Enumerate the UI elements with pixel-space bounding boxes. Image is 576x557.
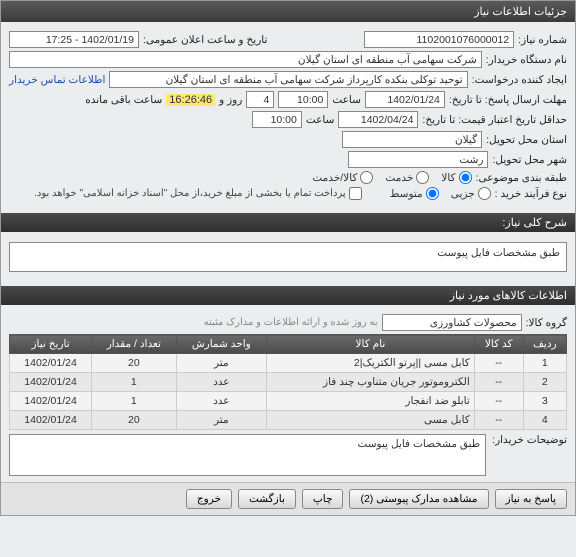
validity-date-field: 1402/04/24 <box>338 111 418 128</box>
time-label-2: ساعت <box>306 114 335 126</box>
table-cell: متر <box>176 411 267 430</box>
validity-time-field: 10:00 <box>252 111 302 128</box>
table-cell: متر <box>176 354 267 373</box>
exit-button[interactable]: خروج <box>186 489 232 509</box>
table-cell: 20 <box>92 411 176 430</box>
class-both-input[interactable] <box>360 171 373 184</box>
table-cell: 1402/01/24 <box>10 373 92 392</box>
table-row[interactable]: 3--تابلو ضد انفجارعدد11402/01/24 <box>10 392 567 411</box>
process-medium-input[interactable] <box>426 187 439 200</box>
window-title: جزئیات اطلاعات نیاز <box>474 6 567 18</box>
table-cell: 3 <box>523 392 566 411</box>
buyer-org-field: شرکت سهامی آب منطقه ای استان گیلان <box>9 51 482 68</box>
table-header: نام کالا <box>267 335 475 354</box>
buyer-org-label: نام دستگاه خریدار: <box>486 54 567 66</box>
province-field: گیلان <box>342 131 482 148</box>
buyer-notes-box: طبق مشخصات فایل پیوست <box>9 434 486 476</box>
table-cell: 2 <box>523 373 566 392</box>
details-section: شماره نیاز: 1102001076000012 تاریخ و ساع… <box>1 22 575 209</box>
time-label-1: ساعت <box>332 94 361 106</box>
process-label: نوع فرآیند خرید : <box>495 188 567 200</box>
items-table: ردیفکد کالانام کالاواحد شمارشتعداد / مقد… <box>9 334 567 430</box>
process-small-input[interactable] <box>478 187 491 200</box>
buyer-notes-label: توضیحات خریدار: <box>492 434 567 446</box>
table-cell: کابل مسی ||پرتو الکتریک|2 <box>267 354 475 373</box>
class-both-radio[interactable]: کالا/خدمت <box>312 171 373 184</box>
table-cell: 1402/01/24 <box>10 392 92 411</box>
print-button[interactable]: چاپ <box>302 489 344 509</box>
table-header: تاریخ نیاز <box>10 335 92 354</box>
table-cell: تابلو ضد انفجار <box>267 392 475 411</box>
buyer-notes-text: طبق مشخصات فایل پیوست <box>357 438 480 450</box>
table-row[interactable]: 4--کابل مسیمتر201402/01/24 <box>10 411 567 430</box>
table-row[interactable]: 1--کابل مسی ||پرتو الکتریک|2متر201402/01… <box>10 354 567 373</box>
table-cell: -- <box>474 392 523 411</box>
table-header: ردیف <box>523 335 566 354</box>
process-medium-radio[interactable]: متوسط <box>390 187 439 200</box>
table-cell: عدد <box>176 392 267 411</box>
table-cell: 4 <box>523 411 566 430</box>
group-field: محصولات کشاورزی <box>382 314 522 331</box>
class-label: طبقه بندی موضوعی: <box>476 172 567 184</box>
items-header: اطلاعات کالاهای مورد نیاز <box>1 286 575 305</box>
table-cell: کابل مسی <box>267 411 475 430</box>
table-row[interactable]: 2--الکتروموتور جریان متناوب چند فازعدد11… <box>10 373 567 392</box>
table-header: واحد شمارش <box>176 335 267 354</box>
days-field: 4 <box>246 91 274 108</box>
class-service-radio[interactable]: خدمت <box>385 171 429 184</box>
table-cell: -- <box>474 354 523 373</box>
process-small-radio[interactable]: جزیی <box>451 187 491 200</box>
table-header: تعداد / مقدار <box>92 335 176 354</box>
button-bar: پاسخ به نیاز مشاهده مدارک پیوستی (2) چاپ… <box>1 482 575 515</box>
table-cell: -- <box>474 411 523 430</box>
table-cell: 1402/01/24 <box>10 411 92 430</box>
attachments-button[interactable]: مشاهده مدارک پیوستی (2) <box>349 489 488 509</box>
table-cell: 20 <box>92 354 176 373</box>
table-cell: 1 <box>92 373 176 392</box>
group-sub: به روز شده و ارائه اطلاعات و مدارک مثبته <box>204 317 378 328</box>
table-header: کد کالا <box>474 335 523 354</box>
deadline-label: مهلت ارسال پاسخ: تا تاریخ: <box>449 94 567 106</box>
desc-text: طبق مشخصات فایل پیوست <box>437 247 560 259</box>
class-goods-input[interactable] <box>459 171 472 184</box>
class-service-input[interactable] <box>416 171 429 184</box>
announce-field: 1402/01/19 - 17:25 <box>9 31 139 48</box>
city-label: شهر محل تحویل: <box>492 154 567 166</box>
deadline-date-field: 1402/01/24 <box>365 91 445 108</box>
desc-box: طبق مشخصات فایل پیوست <box>9 242 567 272</box>
city-field: رشت <box>348 151 488 168</box>
respond-button[interactable]: پاسخ به نیاز <box>495 489 567 509</box>
class-goods-radio[interactable]: کالا <box>441 171 471 184</box>
requester-field: توحید توکلی بنکده کارپرداز شرکت سهامی آب… <box>109 71 467 88</box>
table-cell: 1 <box>523 354 566 373</box>
need-number-label: شماره نیاز: <box>518 34 567 46</box>
table-cell: الکتروموتور جریان متناوب چند فاز <box>267 373 475 392</box>
province-label: استان محل تحویل: <box>486 134 567 146</box>
window: جزئیات اطلاعات نیاز شماره نیاز: 11020010… <box>0 0 576 516</box>
titlebar: جزئیات اطلاعات نیاز <box>1 1 575 22</box>
days-unit-label: روز و <box>219 94 242 106</box>
back-button[interactable]: بازگشت <box>238 489 296 509</box>
payment-checkbox[interactable] <box>349 187 362 200</box>
table-cell: 1 <box>92 392 176 411</box>
contact-link[interactable]: اطلاعات تماس خریدار <box>9 74 105 86</box>
table-cell: 1402/01/24 <box>10 354 92 373</box>
validity-label: حداقل تاریخ اعتبار قیمت: تا تاریخ: <box>422 114 567 126</box>
announce-label: تاریخ و ساعت اعلان عمومی: <box>143 34 267 46</box>
countdown: 16:26:46 <box>166 94 215 106</box>
desc-header: شرح کلی نیاز: <box>1 213 575 232</box>
table-cell: -- <box>474 373 523 392</box>
requester-label: ایجاد کننده درخواست: <box>472 74 567 86</box>
deadline-time-field: 10:00 <box>278 91 328 108</box>
payment-check[interactable]: پرداخت تمام یا بخشی از مبلغ خرید،از محل … <box>34 187 362 200</box>
need-number-field: 1102001076000012 <box>364 31 514 48</box>
table-cell: عدد <box>176 373 267 392</box>
group-label: گروه کالا: <box>526 317 567 329</box>
remain-label: ساعت باقی مانده <box>85 94 162 106</box>
